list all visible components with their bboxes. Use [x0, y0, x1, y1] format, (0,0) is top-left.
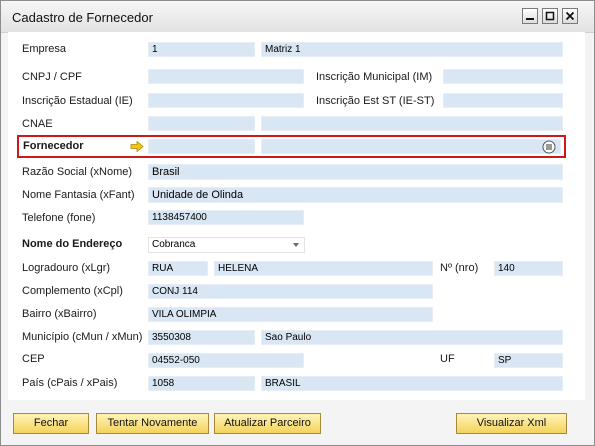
empresa-label: Empresa: [22, 43, 67, 55]
logradouro-tipo-field[interactable]: RUA: [148, 261, 208, 276]
inscricao-estadual-label: Inscrição Estadual (IE): [22, 95, 133, 107]
uf-field[interactable]: SP: [494, 353, 563, 368]
pais-code-field[interactable]: 1058: [148, 376, 255, 391]
cnae-label: CNAE: [22, 118, 53, 130]
logradouro-label: Logradouro (xLgr): [22, 262, 111, 274]
nome-fantasia-field[interactable]: Unidade de Olinda: [148, 187, 563, 203]
minimize-icon: [526, 18, 534, 20]
telefone-field[interactable]: 1138457400: [148, 210, 304, 225]
inscricao-municipal-label: Inscrição Municipal (IM): [316, 71, 433, 83]
fornecedor-code-field[interactable]: [148, 139, 255, 154]
cnpj-field[interactable]: [148, 69, 304, 84]
tentar-novamente-button[interactable]: Tentar Novamente: [96, 413, 209, 434]
inscricao-est-st-field[interactable]: [443, 93, 563, 108]
cep-field[interactable]: 04552-050: [148, 353, 304, 368]
inscricao-est-st-label: Inscrição Est ST (IE-ST): [316, 95, 435, 107]
nome-endereco-value: Cobranca: [152, 239, 196, 250]
telefone-label: Telefone (fone): [22, 212, 96, 224]
maximize-icon: [545, 11, 555, 21]
cnae-code-field[interactable]: [148, 116, 255, 131]
municipio-code-field[interactable]: 3550308: [148, 330, 255, 345]
close-icon: [565, 11, 575, 21]
cnae-description-field[interactable]: [261, 116, 563, 131]
atualizar-parceiro-button[interactable]: Atualizar Parceiro: [214, 413, 321, 434]
empresa-name-field[interactable]: Matriz 1: [261, 42, 563, 57]
cep-label: CEP: [22, 353, 45, 365]
nome-fantasia-label: Nome Fantasia (xFant): [22, 189, 135, 201]
cnpj-label: CNPJ / CPF: [22, 71, 82, 83]
visualizar-xml-button[interactable]: Visualizar Xml: [456, 413, 567, 434]
numero-field[interactable]: 140: [494, 261, 563, 276]
bairro-label: Bairro (xBairro): [22, 308, 97, 320]
nome-endereco-select[interactable]: Cobranca: [148, 237, 305, 253]
inscricao-municipal-field[interactable]: [443, 69, 563, 84]
chevron-down-icon[interactable]: [293, 243, 299, 247]
title-bar[interactable]: Cadastro de Fornecedor: [1, 1, 594, 33]
inscricao-estadual-field[interactable]: [148, 93, 304, 108]
municipio-name-field[interactable]: Sao Paulo: [261, 330, 563, 345]
empresa-code-field[interactable]: 1: [148, 42, 255, 57]
razao-social-field[interactable]: Brasil: [148, 164, 563, 180]
maximize-button[interactable]: [542, 8, 558, 24]
fechar-button[interactable]: Fechar: [13, 413, 89, 434]
window-title: Cadastro de Fornecedor: [12, 10, 153, 25]
razao-social-label: Razão Social (xNome): [22, 166, 133, 178]
pais-label: País (cPais / xPais): [22, 377, 118, 389]
minimize-button[interactable]: [522, 8, 538, 24]
link-arrow-icon[interactable]: [130, 141, 144, 152]
fornecedor-name-field[interactable]: [261, 139, 561, 154]
uf-label: UF: [440, 353, 455, 365]
complemento-label: Complemento (xCpl): [22, 285, 123, 297]
fornecedor-label: Fornecedor: [23, 140, 84, 152]
bairro-field[interactable]: VILA OLIMPIA: [148, 307, 433, 322]
pais-name-field[interactable]: BRASIL: [261, 376, 563, 391]
municipio-label: Município (cMun / xMun): [22, 331, 143, 343]
nome-endereco-label: Nome do Endereço: [22, 238, 123, 250]
close-button[interactable]: [562, 8, 578, 24]
numero-label: Nº (nro): [440, 262, 479, 274]
complemento-field[interactable]: CONJ 114: [148, 284, 433, 299]
logradouro-field[interactable]: HELENA: [214, 261, 433, 276]
choose-from-list-icon[interactable]: [542, 140, 556, 154]
